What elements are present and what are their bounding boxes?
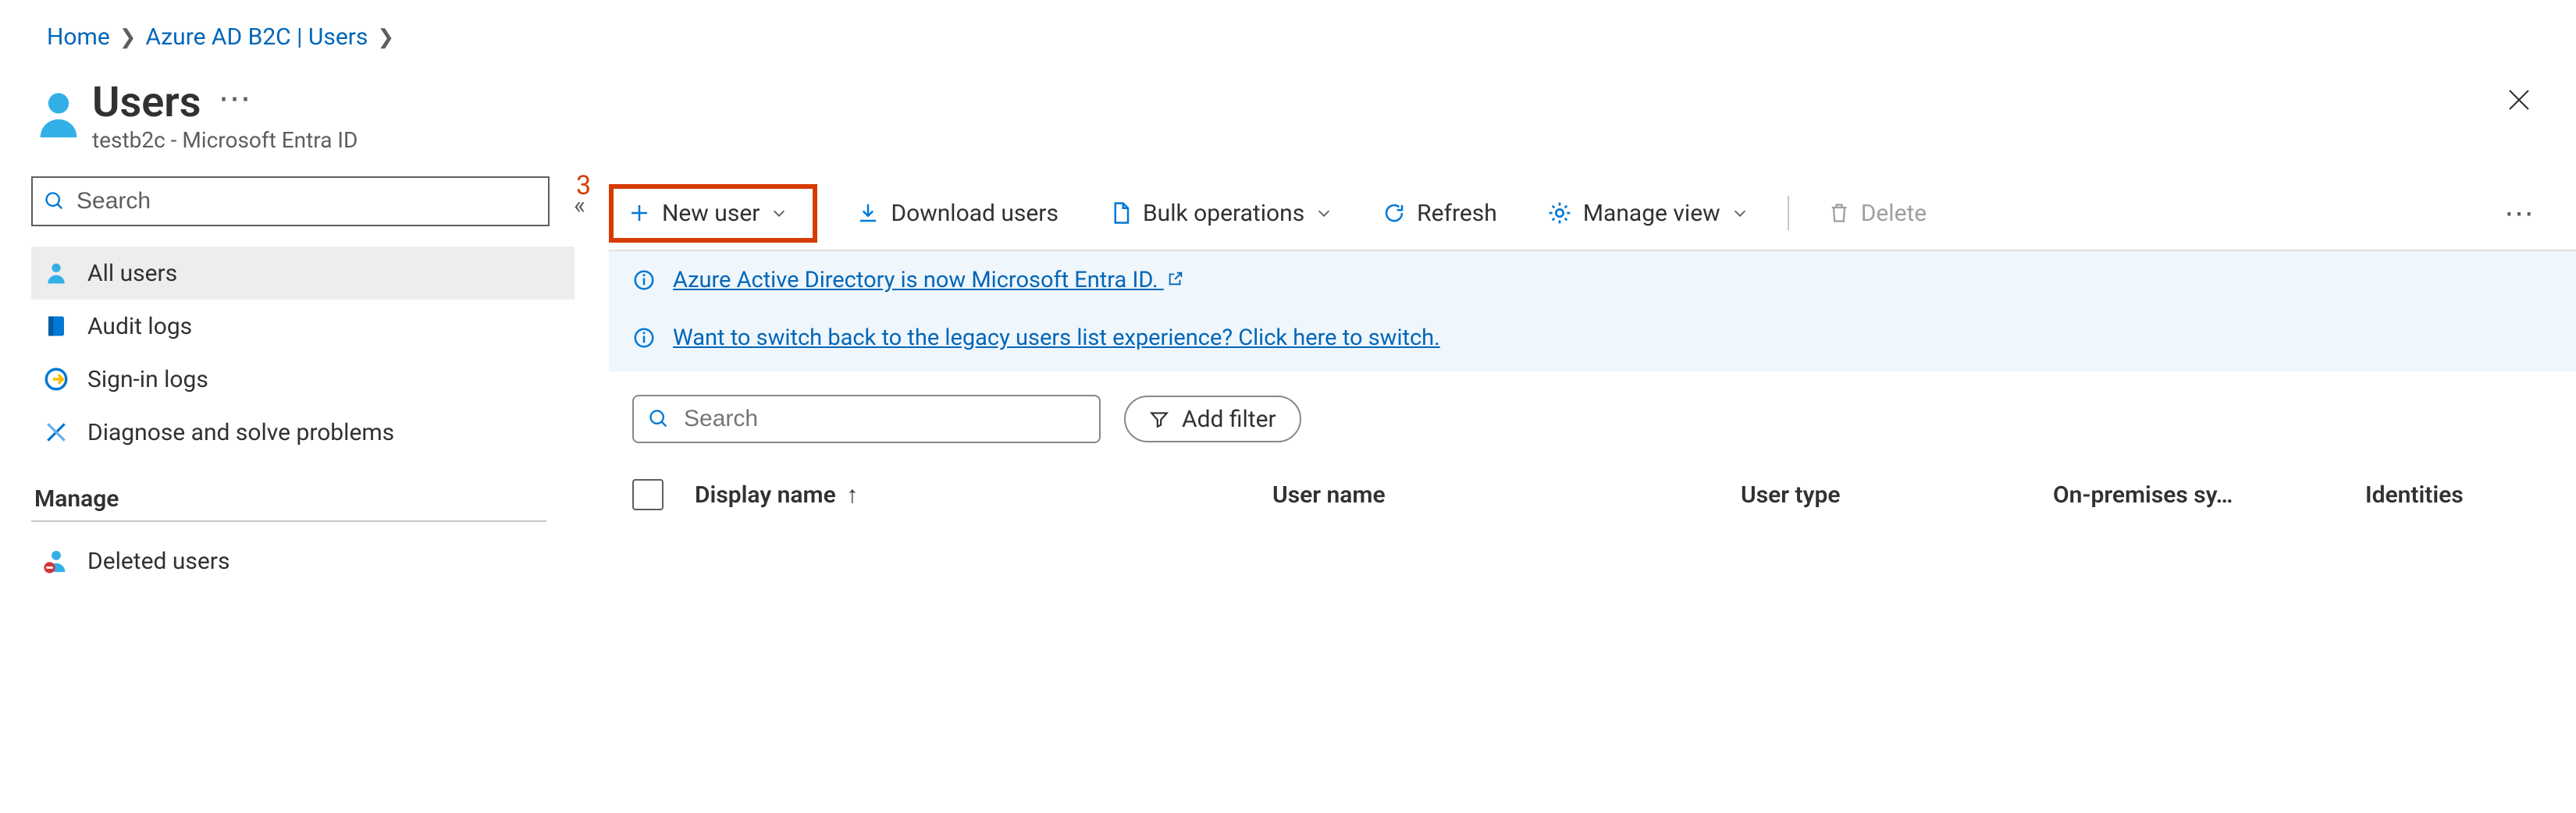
select-all-checkbox[interactable] [632,479,664,510]
column-label: Display name [695,481,836,509]
filter-row: Add filter [609,371,2576,459]
sidebar-search[interactable] [31,176,550,226]
sidebar-item-label: Diagnose and solve problems [87,419,394,446]
sidebar-item-signin-logs[interactable]: Sign-in logs [31,353,575,406]
book-icon [42,312,70,340]
page-title: Users [92,82,201,124]
breadcrumb: Home ❯ Azure AD B2C | Users ❯ [0,0,2576,59]
annotation-step3: 3 [576,170,591,201]
search-icon [44,190,66,212]
column-user-name[interactable]: User name [1272,481,1710,509]
trash-icon [1828,201,1850,225]
button-label: Delete [1861,200,1927,227]
main-content: 3 New user Download users Bulk operation… [578,176,2576,531]
sidebar-item-label: Sign-in logs [87,366,208,393]
info-icon [632,268,656,292]
new-user-button[interactable]: New user [609,184,817,243]
info-icon [632,326,656,350]
sidebar: « All users Audit logs [0,176,578,588]
chevron-right-icon: ❯ [377,26,394,49]
breadcrumb-home[interactable]: Home [47,23,110,51]
plus-icon [628,201,651,225]
download-icon [856,201,880,225]
button-label: Bulk operations [1143,200,1304,227]
refresh-button[interactable]: Refresh [1372,193,1508,233]
chevron-down-icon [1315,204,1332,222]
button-label: Add filter [1182,406,1276,433]
breadcrumb-users[interactable]: Azure AD B2C | Users [146,23,368,51]
delete-button[interactable]: Delete [1817,193,1938,233]
sidebar-item-diagnose[interactable]: Diagnose and solve problems [31,406,575,459]
refresh-icon [1382,201,1406,225]
command-bar-divider [1788,196,1789,230]
table-search-input[interactable] [682,405,1085,433]
gear-icon [1547,201,1572,225]
sidebar-section-manage: Manage [31,459,546,522]
download-users-button[interactable]: Download users [845,193,1069,233]
sort-asc-icon: ↑ [846,481,858,509]
external-link-icon [1167,267,1184,293]
wrench-icon [42,418,70,446]
sidebar-item-all-users[interactable]: All users [31,247,575,300]
command-bar-more[interactable]: ⋯ [2493,190,2545,237]
document-icon [1108,200,1132,226]
sidebar-item-audit-logs[interactable]: Audit logs [31,300,575,353]
column-user-type[interactable]: User type [1741,481,2022,509]
chevron-down-icon [1731,204,1749,222]
table-search[interactable] [632,395,1101,443]
banner-entra-rename: Azure Active Directory is now Microsoft … [609,251,2576,309]
button-label: Download users [891,200,1059,227]
bulk-operations-button[interactable]: Bulk operations [1098,193,1343,233]
button-label: Manage view [1583,200,1720,227]
add-filter-button[interactable]: Add filter [1124,396,1301,442]
column-onprem-sync[interactable]: On-premises sy… [2053,481,2334,509]
chevron-down-icon [770,204,788,222]
banner-legacy-link[interactable]: Want to switch back to the legacy users … [673,325,1440,351]
column-identities[interactable]: Identities [2365,481,2521,509]
sidebar-item-label: Audit logs [87,313,192,340]
more-icon[interactable]: ⋯ [218,83,251,123]
page-subtitle: testb2c - Microsoft Entra ID [92,127,358,153]
banner-legacy-switch: Want to switch back to the legacy users … [609,309,2576,371]
signin-icon [42,365,70,393]
sidebar-item-label: All users [87,260,177,287]
manage-view-button[interactable]: Manage view [1536,193,1759,233]
page-header: Users ⋯ testb2c - Microsoft Entra ID [0,59,2576,176]
more-icon: ⋯ [2504,196,2534,231]
user-icon [31,87,86,147]
button-label: Refresh [1417,200,1497,227]
chevron-right-icon: ❯ [119,26,137,49]
filter-icon [1149,409,1169,429]
sidebar-search-input[interactable] [75,187,537,215]
table-header: Display name ↑ User name User type On-pr… [609,459,2576,531]
close-icon[interactable] [2505,86,2533,119]
deleted-user-icon [42,547,70,575]
command-bar: New user Download users Bulk operations … [609,176,2576,251]
column-display-name[interactable]: Display name ↑ [695,481,1241,509]
banner-entra-link[interactable]: Azure Active Directory is now Microsoft … [673,267,1184,293]
sidebar-item-label: Deleted users [87,548,229,575]
user-icon [42,259,70,287]
button-label: New user [662,200,760,227]
banner-text: Azure Active Directory is now Microsoft … [673,267,1158,293]
search-icon [648,408,670,430]
sidebar-item-deleted-users[interactable]: Deleted users [31,534,575,588]
